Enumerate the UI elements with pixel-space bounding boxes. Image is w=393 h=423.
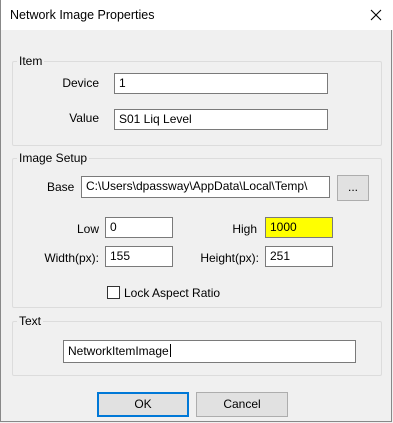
dialog-title: Network Image Properties [10,8,155,22]
height-field[interactable]: 251 [265,246,333,267]
base-label: Base [47,180,75,194]
value-label: Value [69,111,99,125]
image-setup-legend: Image Setup [17,151,90,165]
device-field[interactable]: 1 [114,73,328,94]
height-label: Height(px): [200,251,259,265]
close-button[interactable] [358,0,393,30]
text-caret [169,344,171,357]
close-icon [370,9,382,21]
device-label: Device [62,76,99,90]
low-field[interactable]: 0 [105,217,173,238]
width-field[interactable]: 155 [105,246,173,267]
dialog-window: Network Image Properties Item Device 1 V… [0,0,393,422]
width-label: Width(px): [44,251,99,265]
title-bar[interactable]: Network Image Properties [1,0,393,30]
item-legend: Item [17,54,45,68]
high-field[interactable]: 1000 [265,217,333,238]
high-label: High [232,222,257,236]
lock-aspect-ratio-label[interactable]: Lock Aspect Ratio [124,286,220,300]
ok-button[interactable]: OK [97,392,189,417]
browse-button[interactable]: ... [337,175,369,201]
text-field[interactable]: NetworkItemImage [63,340,356,363]
lock-aspect-ratio-checkbox[interactable] [107,286,120,299]
low-label: Low [76,222,99,236]
base-path-field[interactable]: C:\Users\dpassway\AppData\Local\Temp\ [81,176,330,198]
text-legend: Text [17,314,44,328]
text-field-value: NetworkItemImage [68,344,169,358]
cancel-button[interactable]: Cancel [196,392,288,417]
value-field[interactable]: S01 Liq Level [114,109,328,130]
